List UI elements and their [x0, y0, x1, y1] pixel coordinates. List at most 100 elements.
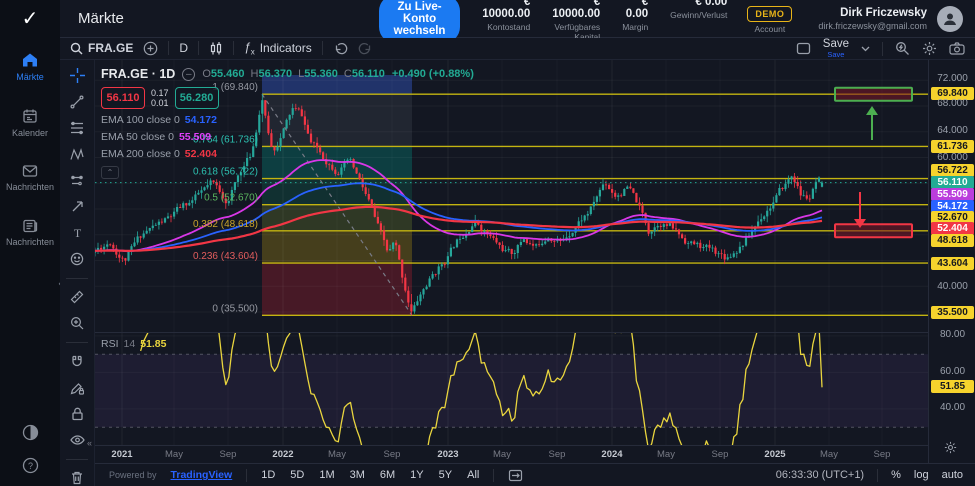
sell-button[interactable]: 56.110	[101, 87, 145, 109]
redo-button[interactable]	[358, 42, 373, 55]
emoji-icon	[70, 252, 84, 266]
xabcd-pattern-tool-button[interactable]	[66, 147, 88, 162]
chart-collapse-tab[interactable]: «	[87, 438, 92, 448]
magnet-icon	[70, 355, 84, 369]
rsi-legend[interactable]: RSI 14 51.85	[101, 338, 166, 350]
crosshair-tool-button[interactable]	[66, 68, 88, 83]
search-icon	[70, 42, 83, 55]
measure-tool-button[interactable]	[66, 290, 88, 305]
magnet-mode-button[interactable]	[66, 354, 88, 369]
timezone-settings-button[interactable]	[944, 441, 957, 454]
indicators-button[interactable]: ƒx Indicators	[244, 40, 312, 56]
projection-icon	[70, 174, 84, 187]
time-axis-label: 2025	[758, 449, 792, 460]
ema-50-legend[interactable]: EMA 50 close 055.509	[101, 131, 474, 143]
theme-toggle-icon[interactable]	[22, 424, 39, 441]
zoom-in-tool-button[interactable]	[66, 316, 88, 331]
auto-scale-button[interactable]: auto	[942, 469, 963, 481]
account-stats: € 10000.00 Kontostand € 10000.00 Verfügb…	[482, 0, 727, 42]
range-button-1d[interactable]: 1D	[261, 469, 275, 481]
svg-text:0 (35.500): 0 (35.500)	[212, 303, 258, 314]
arrow-tool-button[interactable]	[66, 199, 88, 214]
bottom-toolbar: Powered by TradingView 1D5D1M3M6M1Y5YAll…	[95, 463, 975, 486]
svg-text:0.382 (48.618): 0.382 (48.618)	[193, 219, 258, 230]
interval-button[interactable]: D	[179, 41, 188, 55]
sidebar-item-maerkte[interactable]: Märkte	[16, 52, 44, 82]
range-button-6m[interactable]: 6M	[380, 469, 395, 481]
price-axis-label: 48.618	[931, 234, 974, 247]
price-scale[interactable]: 72.00069.84068.00064.00061.73660.00056.7…	[928, 60, 975, 463]
compare-add-symbol-button[interactable]	[143, 41, 158, 56]
collapse-circle-icon[interactable]: –	[182, 68, 195, 81]
symbol-search-button[interactable]: FRA.GE	[70, 41, 133, 55]
range-button-1y[interactable]: 1Y	[410, 469, 423, 481]
drawing-mode-lock-button[interactable]	[66, 380, 88, 395]
percent-scale-button[interactable]: %	[891, 469, 901, 481]
sidebar-item-kalender[interactable]: Kalender	[12, 108, 48, 138]
stat-kapital: € 10000.00 Verfügbares Kapital	[552, 0, 600, 42]
crosshair-icon	[70, 68, 85, 83]
symbol-name: FRA.GE	[88, 41, 133, 55]
trend-line-tool-button[interactable]	[66, 94, 88, 109]
chart-legend: FRA.GE · 1D – O55.460 H56.370 L55.360 C5…	[101, 67, 474, 179]
legend-symbol[interactable]: FRA.GE · 1D	[101, 67, 175, 81]
range-button-5d[interactable]: 5D	[290, 469, 304, 481]
time-axis-label: Sep	[865, 449, 899, 460]
time-axis-label: Sep	[375, 449, 409, 460]
rsi-pane[interactable]	[95, 333, 928, 445]
broker-logo[interactable]: ✓	[0, 0, 60, 38]
user-avatar[interactable]	[937, 6, 963, 32]
price-axis-label: 80.00	[929, 329, 975, 340]
ohlc-values: O55.460 H56.370 L55.360 C56.110	[202, 68, 385, 80]
time-axis[interactable]: 2021MaySep2022MaySep2023MaySep2024MaySep…	[95, 446, 928, 463]
help-icon[interactable]: ?	[22, 457, 39, 474]
trend-line-icon	[70, 95, 84, 109]
stat-value: € 0.00	[622, 0, 648, 20]
range-button-3m[interactable]: 3M	[350, 469, 365, 481]
time-axis-label: Sep	[540, 449, 574, 460]
remove-drawings-button[interactable]	[66, 471, 88, 486]
gear-icon	[944, 441, 957, 454]
screenshot-button[interactable]	[949, 42, 965, 55]
tradingview-link[interactable]: TradingView	[171, 469, 233, 481]
range-button-1m[interactable]: 1M	[319, 469, 334, 481]
buy-button[interactable]: 56.280	[175, 87, 219, 109]
sidebar-item-nachrichten-news[interactable]: Nachrichten	[6, 218, 54, 247]
clock-label[interactable]: 06:33:30 (UTC+1)	[776, 469, 864, 481]
ema-200-legend[interactable]: EMA 200 close 052.404	[101, 148, 474, 160]
chevron-down-icon	[861, 46, 870, 52]
chart-style-button[interactable]	[209, 41, 223, 56]
range-button-all[interactable]: All	[467, 469, 479, 481]
quick-search-button[interactable]	[895, 41, 910, 56]
sidebar-item-nachrichten-mail[interactable]: Nachrichten	[6, 164, 54, 192]
sidebar-bottom: ?	[22, 424, 39, 486]
sidebar-item-label: Märkte	[16, 72, 44, 82]
text-tool-button[interactable]: T	[66, 225, 88, 240]
save-label: Save	[823, 39, 849, 51]
quick-search-icon	[895, 41, 910, 56]
undo-button[interactable]	[333, 42, 348, 55]
projection-tool-button[interactable]	[66, 173, 88, 188]
save-button[interactable]: Save Save	[823, 39, 849, 59]
legend-collapse-button[interactable]: ⌃	[101, 166, 119, 179]
emoji-tool-button[interactable]	[66, 251, 88, 266]
save-menu-button[interactable]	[861, 46, 870, 52]
stat-label: Gewinn/Verlust	[670, 10, 727, 20]
ema-100-legend[interactable]: EMA 100 close 054.172	[101, 114, 474, 126]
switch-live-account-button[interactable]: Zu Live-Konto wechseln	[379, 0, 460, 43]
go-to-date-icon[interactable]	[508, 468, 523, 482]
sidebar-item-label: Nachrichten	[6, 182, 54, 192]
hide-all-drawings-button[interactable]	[66, 433, 88, 448]
fib-retracement-tool-button[interactable]	[66, 120, 88, 135]
log-scale-button[interactable]: log	[914, 469, 929, 481]
range-button-5y[interactable]: 5Y	[439, 469, 452, 481]
top-bar: ✓ Märkte Zu Live-Konto wechseln € 10000.…	[0, 0, 975, 38]
lock-all-drawings-button[interactable]	[66, 406, 88, 421]
price-axis-label: 72.000	[929, 73, 975, 84]
layout-button[interactable]	[796, 42, 811, 55]
price-axis-label: 64.000	[929, 125, 975, 136]
chart-area[interactable]: 1 (69.840)0.764 (61.736)0.618 (56.722)0.…	[95, 60, 928, 463]
price-axis-label: 68.000	[929, 98, 975, 109]
settings-button[interactable]	[922, 41, 937, 56]
account-type[interactable]: DEMO Account	[747, 4, 792, 34]
